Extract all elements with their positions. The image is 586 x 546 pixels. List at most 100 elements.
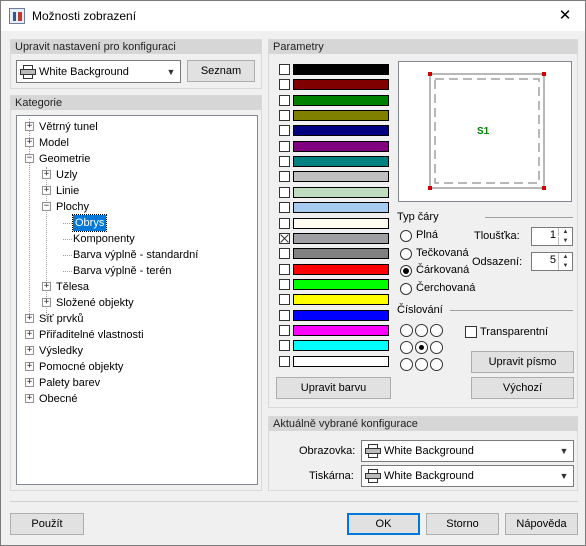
chevron-down-icon[interactable]: ▼ bbox=[162, 61, 180, 82]
numbering-position-radio[interactable] bbox=[430, 324, 443, 337]
color-swatch[interactable] bbox=[293, 94, 389, 106]
color-swatch[interactable] bbox=[293, 340, 389, 352]
expand-icon[interactable]: + bbox=[25, 138, 34, 147]
numbering-position-radio[interactable] bbox=[430, 358, 443, 371]
color-checkbox[interactable] bbox=[279, 263, 290, 275]
tree-item[interactable]: + Přiřaditelné vlastnosti bbox=[17, 327, 257, 343]
color-checkbox[interactable] bbox=[279, 324, 290, 336]
screen-combo[interactable]: White Background ▼ bbox=[361, 440, 574, 462]
numbering-position-radio[interactable] bbox=[415, 358, 428, 371]
color-checkbox[interactable] bbox=[279, 110, 290, 122]
tree-item[interactable]: + Složené objekty bbox=[17, 295, 257, 311]
numbering-position-radio[interactable] bbox=[400, 324, 413, 337]
color-swatch[interactable] bbox=[293, 263, 389, 275]
numbering-position-radio[interactable] bbox=[415, 324, 428, 337]
spin-up-icon[interactable]: ▲ bbox=[558, 228, 572, 236]
list-button[interactable]: Seznam bbox=[187, 60, 255, 82]
color-checkbox[interactable] bbox=[279, 202, 290, 214]
color-swatch[interactable] bbox=[293, 64, 389, 75]
tree-item[interactable]: + Palety barev bbox=[17, 375, 257, 391]
category-tree[interactable]: + Větrný tunel + Model − Geometrie + Uzly + Linie… bbox=[16, 115, 258, 485]
color-checkbox[interactable] bbox=[279, 140, 290, 152]
color-swatch[interactable] bbox=[293, 79, 389, 91]
default-button[interactable]: Výchozí bbox=[471, 377, 574, 399]
tree-item[interactable]: Obrys bbox=[17, 214, 257, 232]
color-checkbox[interactable] bbox=[279, 125, 290, 137]
color-swatch[interactable] bbox=[293, 125, 389, 137]
tree-item[interactable]: + Pomocné objekty bbox=[17, 359, 257, 375]
line-type-radio[interactable] bbox=[400, 282, 412, 295]
ok-button[interactable]: OK bbox=[347, 513, 420, 535]
expand-icon[interactable]: + bbox=[25, 330, 34, 339]
tree-item[interactable]: + Síť prvků bbox=[17, 311, 257, 327]
transparent-checkbox[interactable] bbox=[465, 326, 477, 338]
color-checkbox[interactable] bbox=[279, 309, 290, 321]
color-checkbox[interactable] bbox=[279, 294, 290, 306]
color-swatch[interactable] bbox=[293, 186, 389, 198]
tree-item[interactable]: Komponenty bbox=[17, 231, 257, 247]
cancel-button[interactable]: Storno bbox=[426, 513, 499, 535]
color-swatch[interactable] bbox=[293, 140, 389, 152]
color-checkbox[interactable] bbox=[279, 232, 290, 244]
tree-item[interactable]: + Uzly bbox=[17, 167, 257, 183]
color-checkbox[interactable] bbox=[279, 217, 290, 229]
offset-spinner[interactable]: 5 ▲ ▼ bbox=[531, 252, 573, 271]
color-swatch[interactable] bbox=[293, 309, 389, 321]
chevron-down-icon[interactable]: ▼ bbox=[555, 466, 573, 486]
numbering-position-radio[interactable] bbox=[400, 358, 413, 371]
expand-icon[interactable]: + bbox=[25, 378, 34, 387]
line-type-radio[interactable] bbox=[400, 247, 412, 260]
expand-icon[interactable]: + bbox=[42, 282, 51, 291]
expand-icon[interactable]: + bbox=[25, 394, 34, 403]
printer-combo[interactable]: White Background ▼ bbox=[361, 465, 574, 487]
color-checkbox[interactable] bbox=[279, 186, 290, 198]
expand-icon[interactable]: + bbox=[25, 314, 34, 323]
color-swatch[interactable] bbox=[293, 278, 389, 290]
line-type-radio[interactable] bbox=[400, 230, 412, 242]
color-swatch[interactable] bbox=[293, 110, 389, 122]
color-checkbox[interactable] bbox=[279, 156, 290, 168]
color-checkbox[interactable] bbox=[279, 278, 290, 290]
numbering-position-radio[interactable] bbox=[400, 341, 413, 354]
color-swatch[interactable] bbox=[293, 324, 389, 336]
edit-font-button[interactable]: Upravit písmo bbox=[471, 351, 574, 373]
numbering-position-radio[interactable] bbox=[415, 341, 428, 354]
expand-icon[interactable]: + bbox=[42, 170, 51, 179]
line-type-radio[interactable] bbox=[400, 265, 412, 277]
tree-item[interactable]: + Obecné bbox=[17, 391, 257, 407]
tree-item[interactable]: + Tělesa bbox=[17, 279, 257, 295]
color-swatch[interactable] bbox=[293, 248, 389, 260]
color-checkbox[interactable] bbox=[279, 355, 290, 367]
help-button[interactable]: Nápověda bbox=[505, 513, 578, 535]
spin-down-icon[interactable]: ▼ bbox=[558, 237, 572, 245]
color-checkbox[interactable] bbox=[279, 248, 290, 260]
chevron-down-icon[interactable]: ▼ bbox=[555, 441, 573, 461]
tree-item[interactable]: Barva výplně - standardní bbox=[17, 247, 257, 263]
config-combo[interactable]: White Background ▼ bbox=[16, 60, 181, 83]
close-icon[interactable]: ✕ bbox=[545, 1, 585, 31]
color-checkbox[interactable] bbox=[279, 340, 290, 352]
apply-button[interactable]: Použít bbox=[10, 513, 84, 535]
tree-item[interactable]: + Model bbox=[17, 135, 257, 151]
edit-color-button[interactable]: Upravit barvu bbox=[276, 377, 391, 399]
color-swatch[interactable] bbox=[293, 217, 389, 229]
tree-item[interactable]: + Výsledky bbox=[17, 343, 257, 359]
expand-icon[interactable]: + bbox=[25, 122, 34, 131]
numbering-position-radio[interactable] bbox=[430, 341, 443, 354]
expand-icon[interactable]: + bbox=[42, 298, 51, 307]
spin-up-icon[interactable]: ▲ bbox=[558, 253, 572, 261]
collapse-icon[interactable]: − bbox=[42, 202, 51, 211]
color-checkbox[interactable] bbox=[279, 171, 290, 183]
expand-icon[interactable]: + bbox=[25, 362, 34, 371]
expand-icon[interactable]: + bbox=[42, 186, 51, 195]
color-swatch[interactable] bbox=[293, 232, 389, 244]
tree-item[interactable]: + Linie bbox=[17, 183, 257, 199]
color-swatch[interactable] bbox=[293, 171, 389, 183]
tree-item[interactable]: − Geometrie bbox=[17, 151, 257, 167]
color-swatch[interactable] bbox=[293, 294, 389, 306]
spin-down-icon[interactable]: ▼ bbox=[558, 262, 572, 270]
expand-icon[interactable]: + bbox=[25, 346, 34, 355]
collapse-icon[interactable]: − bbox=[25, 154, 34, 163]
tree-item[interactable]: − Plochy bbox=[17, 199, 257, 215]
color-checkbox[interactable] bbox=[279, 94, 290, 106]
